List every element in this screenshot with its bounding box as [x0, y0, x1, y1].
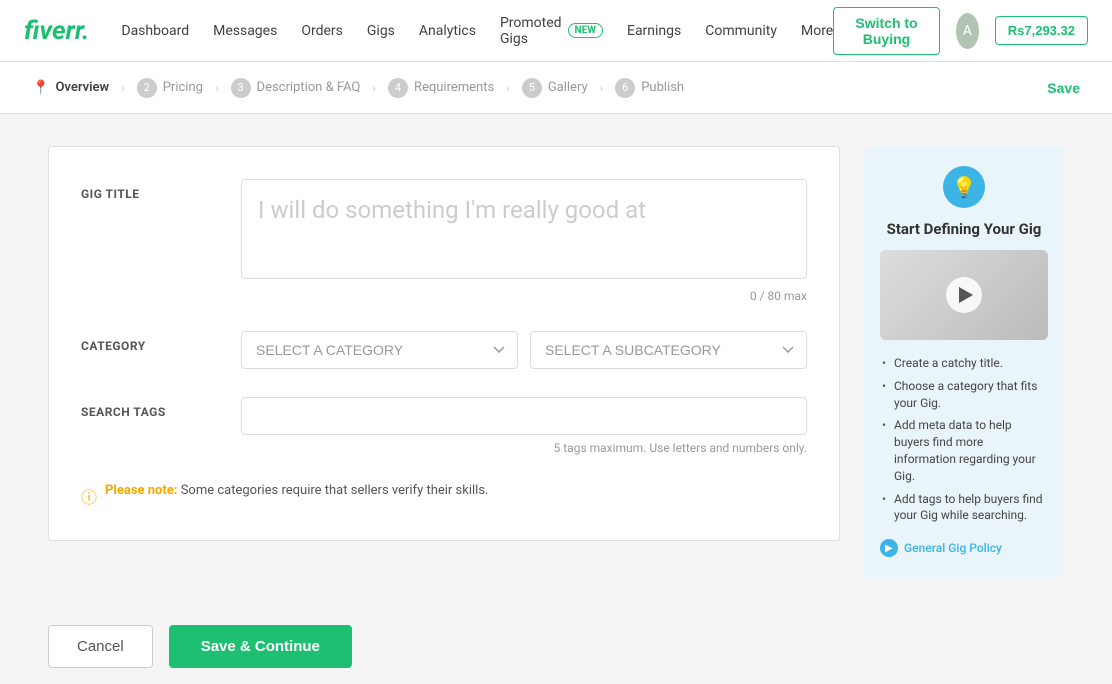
step-overview[interactable]: 📍 Overview: [32, 80, 109, 96]
category-field: SELECT A CATEGORY SELECT A SUBCATEGORY: [241, 331, 807, 369]
step-num-2: 2: [137, 78, 157, 98]
play-triangle-icon: [959, 287, 973, 303]
general-gig-policy-link[interactable]: ▶ General Gig Policy: [880, 539, 1048, 557]
gig-title-label: GIG TITLE: [81, 179, 241, 201]
nav-more[interactable]: More: [801, 23, 833, 39]
please-note: ⓘ Please note: Some categories require t…: [81, 483, 807, 508]
step-num-3: 3: [231, 78, 251, 98]
step-num-5: 5: [522, 78, 542, 98]
footer-actions: Cancel Save & Continue: [0, 609, 1112, 684]
video-thumbnail[interactable]: [880, 250, 1048, 340]
breadcrumb-bar: 📍 Overview › 2 Pricing › 3 Description &…: [0, 62, 1112, 114]
nav-analytics[interactable]: Analytics: [419, 23, 476, 39]
promoted-gigs-label: Promoted Gigs: [500, 15, 562, 47]
category-select[interactable]: SELECT A CATEGORY: [241, 331, 518, 369]
step-pricing-label: Pricing: [163, 80, 203, 95]
tip-item-3: Add tags to help buyers find your Gig wh…: [880, 488, 1048, 528]
category-row: CATEGORY SELECT A CATEGORY SELECT A SUBC…: [81, 331, 807, 369]
nav: Dashboard Messages Orders Gigs Analytics…: [121, 15, 833, 47]
step-requirements[interactable]: 4 Requirements: [388, 78, 494, 98]
tip-item-1: Choose a category that fits your Gig.: [880, 375, 1048, 415]
search-tags-row: SEARCH TAGS 5 tags maximum. Use letters …: [81, 397, 807, 455]
step-sep-3: ›: [372, 81, 376, 95]
tip-title: Start Defining Your Gig: [880, 220, 1048, 238]
search-tags-input[interactable]: [241, 397, 807, 435]
save-button[interactable]: Save: [1047, 80, 1080, 96]
search-tags-label: SEARCH TAGS: [81, 397, 241, 419]
tip-item-2: Add meta data to help buyers find more i…: [880, 414, 1048, 487]
step-pricing[interactable]: 2 Pricing: [137, 78, 203, 98]
tip-icon-wrap: 💡: [943, 166, 985, 208]
search-tags-field: 5 tags maximum. Use letters and numbers …: [241, 397, 807, 455]
step-gallery[interactable]: 5 Gallery: [522, 78, 588, 98]
nav-community[interactable]: Community: [705, 23, 777, 39]
step-description[interactable]: 3 Description & FAQ: [231, 78, 361, 98]
switch-buying-button[interactable]: Switch to Buying: [833, 7, 940, 55]
policy-icon: ▶: [880, 539, 898, 557]
gig-title-field: 0 / 80 max: [241, 179, 807, 303]
logo[interactable]: fiverr.: [24, 16, 89, 46]
tip-list: Create a catchy title. Choose a category…: [880, 352, 1048, 527]
nav-orders[interactable]: Orders: [301, 23, 343, 39]
step-description-label: Description & FAQ: [257, 80, 361, 95]
step-gallery-label: Gallery: [548, 80, 588, 95]
nav-promoted-gigs[interactable]: Promoted Gigs NEW: [500, 15, 603, 47]
nav-gigs[interactable]: Gigs: [367, 23, 395, 39]
gig-title-input[interactable]: [241, 179, 807, 279]
cancel-button[interactable]: Cancel: [48, 625, 153, 668]
tip-item-0: Create a catchy title.: [880, 352, 1048, 375]
step-num-4: 4: [388, 78, 408, 98]
step-sep-4: ›: [506, 81, 510, 95]
nav-earnings[interactable]: Earnings: [627, 23, 681, 39]
play-button[interactable]: [946, 277, 982, 313]
warning-icon: ⓘ: [81, 484, 97, 508]
save-continue-button[interactable]: Save & Continue: [169, 625, 352, 668]
tags-hint: 5 tags maximum. Use letters and numbers …: [241, 441, 807, 455]
step-publish[interactable]: 6 Publish: [615, 78, 684, 98]
new-badge: NEW: [568, 23, 603, 38]
category-label: CATEGORY: [81, 331, 241, 353]
please-note-text: Please note: Some categories require tha…: [105, 483, 488, 498]
header-right: Switch to Buying A Rs7,293.32: [833, 7, 1088, 55]
please-note-body: Some categories require that sellers ver…: [181, 483, 489, 498]
step-overview-label: Overview: [55, 80, 109, 95]
category-selects: SELECT A CATEGORY SELECT A SUBCATEGORY: [241, 331, 807, 369]
step-requirements-label: Requirements: [414, 80, 494, 95]
sidebar-panel: 💡 Start Defining Your Gig Create a catch…: [864, 146, 1064, 577]
nav-messages[interactable]: Messages: [213, 23, 277, 39]
form-card: GIG TITLE 0 / 80 max CATEGORY SELECT A C…: [48, 146, 840, 541]
gig-title-row: GIG TITLE 0 / 80 max: [81, 179, 807, 303]
main-content: GIG TITLE 0 / 80 max CATEGORY SELECT A C…: [0, 114, 1112, 609]
step-sep-1: ›: [121, 81, 125, 95]
breadcrumb-steps: 📍 Overview › 2 Pricing › 3 Description &…: [32, 78, 684, 98]
please-note-label: Please note:: [105, 483, 177, 498]
overview-icon: 📍: [32, 80, 49, 96]
policy-label: General Gig Policy: [904, 541, 1002, 555]
header: fiverr. Dashboard Messages Orders Gigs A…: [0, 0, 1112, 62]
avatar[interactable]: A: [956, 13, 979, 49]
nav-dashboard[interactable]: Dashboard: [121, 23, 189, 39]
balance-button[interactable]: Rs7,293.32: [995, 16, 1088, 45]
tip-card: 💡 Start Defining Your Gig Create a catch…: [864, 146, 1064, 577]
step-num-6: 6: [615, 78, 635, 98]
lightbulb-icon: 💡: [952, 175, 977, 199]
step-publish-label: Publish: [641, 80, 684, 95]
step-sep-5: ›: [600, 81, 604, 95]
subcategory-select[interactable]: SELECT A SUBCATEGORY: [530, 331, 807, 369]
step-sep-2: ›: [215, 81, 219, 95]
char-count: 0 / 80 max: [241, 289, 807, 303]
